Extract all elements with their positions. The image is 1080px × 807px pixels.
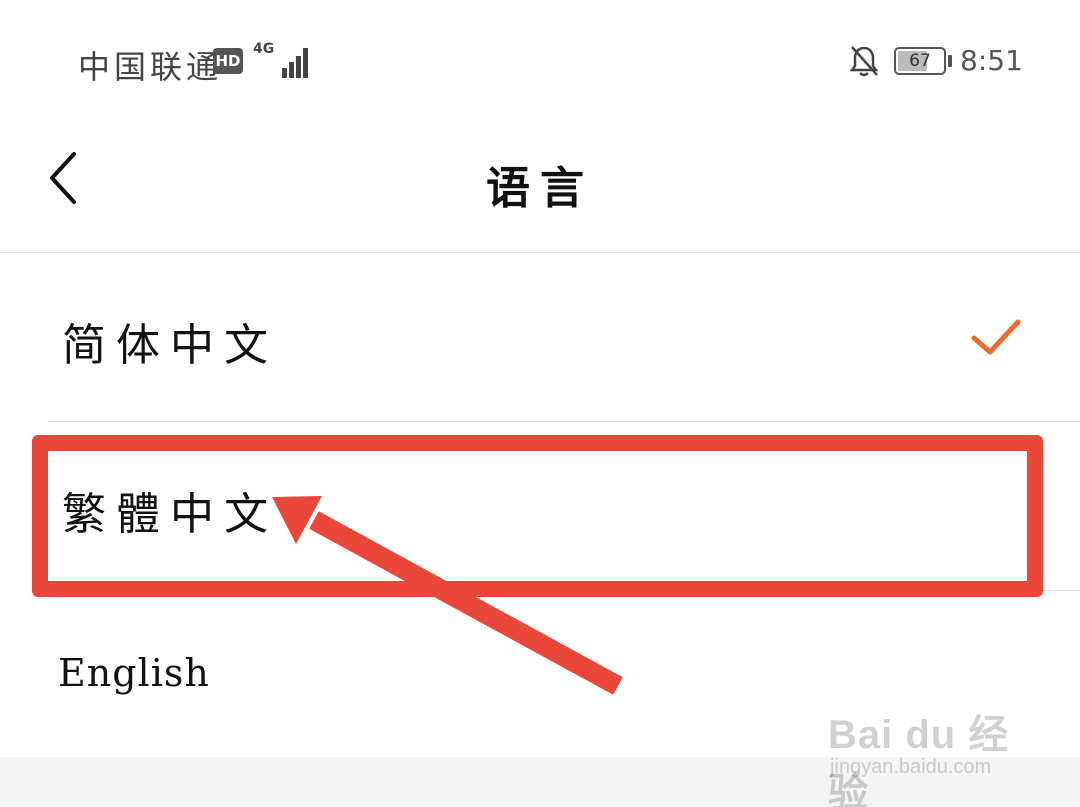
hd-badge: HD xyxy=(213,48,243,74)
language-option-simplified-chinese[interactable]: 简体中文 xyxy=(0,253,1080,421)
baidu-watermark: Bai du 经验 jingyan.baidu.com xyxy=(828,694,1028,807)
bell-off-icon xyxy=(849,46,879,77)
watermark-url: jingyan.baidu.com xyxy=(830,756,992,778)
language-label: English xyxy=(58,651,210,695)
checkmark-icon xyxy=(971,319,1021,355)
carrier-name: 中国联通 xyxy=(78,48,223,86)
status-bar: 中国联通 HD 4G 67 8:51 xyxy=(0,0,1080,120)
page-title: 语言 xyxy=(486,163,594,214)
battery-icon: 67 xyxy=(894,47,946,75)
annotation-highlight-box xyxy=(32,435,1043,597)
status-time: 8:51 xyxy=(960,44,1023,77)
battery-level: 67 xyxy=(909,51,931,71)
language-label: 简体中文 xyxy=(62,320,278,371)
battery-cap xyxy=(948,55,952,67)
signal-icon xyxy=(268,44,308,78)
page-header: 语言 xyxy=(0,120,1080,252)
watermark-brand: Bai du 经验 xyxy=(828,713,1010,807)
